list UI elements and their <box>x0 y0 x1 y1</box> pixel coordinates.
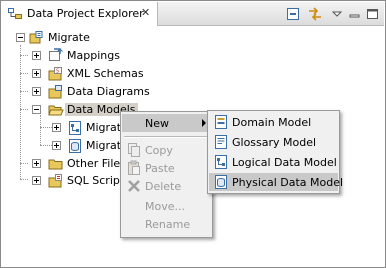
tree-node-migrate-physical-model[interactable]: Migrate <box>2 137 128 155</box>
expand-toggle[interactable] <box>52 141 61 150</box>
menu-item-label: Delete <box>145 180 182 193</box>
collapse-toggle[interactable] <box>32 105 41 114</box>
maximize-icon[interactable] <box>365 6 381 22</box>
menu-item-label: Glossary Model <box>232 136 317 149</box>
new-submenu: Domain Model Glossary Model Logical Data… <box>207 110 343 194</box>
view-title: Data Project Explorer <box>27 7 144 20</box>
submenu-arrow-icon <box>202 119 206 127</box>
menu-item-label: Domain Model <box>232 116 312 129</box>
menu-item-new[interactable]: New <box>122 114 211 132</box>
menu-item-label: New <box>145 117 169 130</box>
view-title-bar: Data Project Explorer ✕ <box>2 2 384 26</box>
glossary-model-icon <box>213 134 229 150</box>
menu-item-rename[interactable]: Rename <box>122 215 211 233</box>
tree-node-root[interactable]: Migrate <box>2 29 202 47</box>
copy-icon <box>126 142 142 158</box>
view-menu-icon[interactable] <box>329 6 345 22</box>
svg-text:S: S <box>56 69 59 75</box>
mappings-icon <box>48 48 64 64</box>
view-tab[interactable]: Data Project Explorer ✕ <box>2 2 158 26</box>
folder-open-icon <box>48 102 64 118</box>
xml-schemas-icon: S <box>48 66 64 82</box>
menu-item-move[interactable]: Move... <box>122 197 211 215</box>
sql-scripts-icon <box>48 173 64 189</box>
collapse-all-icon[interactable] <box>285 6 301 22</box>
tree-node-label: Data Diagrams <box>67 85 150 98</box>
menu-item-label: Physical Data Model <box>232 176 344 189</box>
menu-item-glossary-model[interactable]: Glossary Model <box>209 133 338 151</box>
menu-item-label: Move... <box>145 200 185 213</box>
expand-toggle[interactable] <box>32 69 41 78</box>
physical-model-icon <box>67 138 83 154</box>
menu-item-paste[interactable]: Paste <box>122 159 211 177</box>
data-project-explorer-icon <box>8 8 22 23</box>
expand-toggle[interactable] <box>32 87 41 96</box>
tree-node-data-diagrams[interactable]: Data Diagrams <box>2 83 202 101</box>
menu-item-copy[interactable]: Copy <box>122 141 211 159</box>
menu-item-label: Copy <box>145 144 173 157</box>
tree-node-label: Migrate <box>48 31 90 44</box>
tree-node-label: Mappings <box>67 49 120 62</box>
menu-item-logical-data-model[interactable]: Logical Data Model <box>209 153 338 171</box>
tree-node-xml-schemas[interactable]: S XML Schemas <box>2 65 202 83</box>
expand-toggle[interactable] <box>32 51 41 60</box>
menu-item-label: Logical Data Model <box>232 156 337 169</box>
logical-data-model-icon <box>213 154 229 170</box>
minimize-icon[interactable] <box>347 6 363 22</box>
logical-model-icon <box>67 120 83 136</box>
paste-icon <box>126 160 142 176</box>
tree-node-label: Other Files <box>67 157 126 170</box>
tree-node-migrate-logical-model[interactable]: Migrate <box>2 119 128 137</box>
domain-model-icon <box>213 114 229 130</box>
expand-toggle[interactable] <box>52 123 61 132</box>
menu-item-label: Rename <box>145 218 191 231</box>
link-with-editor-icon[interactable] <box>307 6 323 22</box>
menu-item-label: Paste <box>145 162 175 175</box>
expand-toggle[interactable] <box>32 176 41 185</box>
menu-separator <box>124 136 209 138</box>
collapse-toggle[interactable] <box>16 33 25 42</box>
tree-node-label: XML Schemas <box>67 67 144 80</box>
close-icon[interactable]: ✕ <box>141 6 150 19</box>
expand-toggle[interactable] <box>32 159 41 168</box>
menu-item-physical-data-model[interactable]: Physical Data Model <box>209 173 343 191</box>
delete-icon <box>126 178 142 194</box>
data-diagrams-icon <box>48 84 64 100</box>
tree-node-mappings[interactable]: Mappings <box>2 47 202 65</box>
context-menu: New Copy Paste Delete Move... Rename <box>120 111 213 238</box>
data-project-icon <box>29 30 45 46</box>
folder-icon <box>48 156 64 172</box>
physical-data-model-icon <box>213 174 229 190</box>
menu-item-delete[interactable]: Delete <box>122 177 211 195</box>
menu-item-domain-model[interactable]: Domain Model <box>209 113 338 131</box>
